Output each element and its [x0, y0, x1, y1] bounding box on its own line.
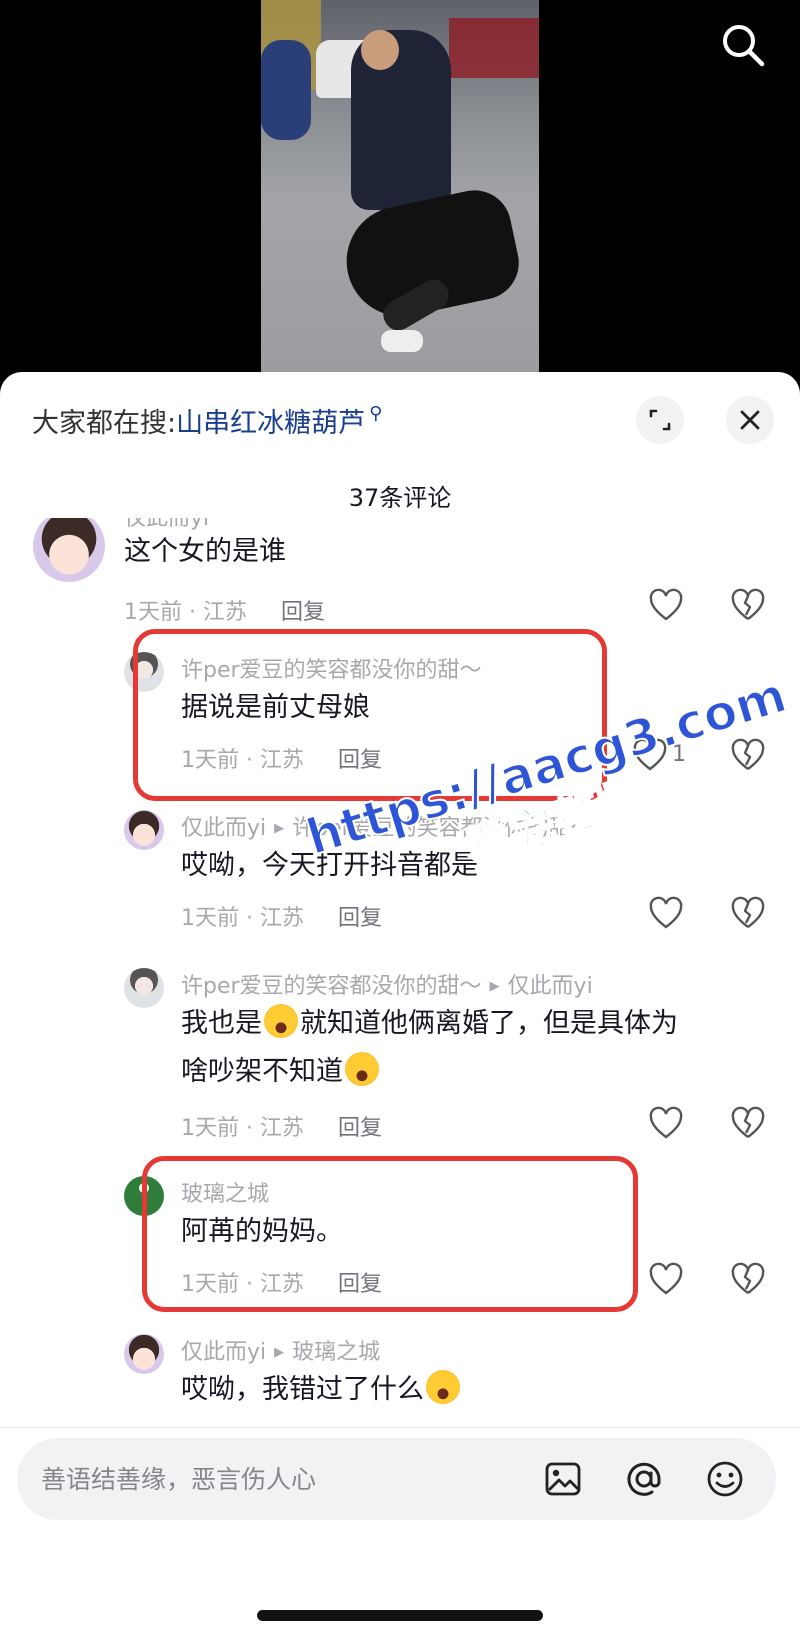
reply-arrow-icon: ▶: [274, 821, 285, 836]
reply-arrow-icon: ▶: [274, 1345, 285, 1360]
comment-time: 1天前 · 江苏: [181, 748, 304, 773]
comment-text-line-1: 哎呦，我错过了什么: [181, 1366, 462, 1414]
avatar[interactable]: [124, 1334, 164, 1374]
comment-username[interactable]: 玻璃之城: [181, 1176, 269, 1208]
comment-meta: 1天前 · 江苏 回复: [124, 594, 325, 626]
comment-text-line-1: 我也是 就知道他俩离婚了，但是具体为: [181, 1000, 678, 1048]
rofl-emoji-icon: [426, 1370, 460, 1404]
video-person-head: [361, 30, 399, 70]
expand-icon: [649, 409, 671, 431]
comment-text: 阿苒的妈妈。: [181, 1216, 343, 1247]
broken-heart-icon[interactable]: [730, 896, 766, 932]
comment-text-part: 啥吵架不知道: [181, 1056, 343, 1087]
comment-username-line: 仅此而yi ▶ 玻璃之城: [181, 1334, 380, 1366]
comment-username[interactable]: 许per爱豆的笑容都没你的甜～: [181, 652, 482, 684]
comment-time: 1天前 · 江苏: [181, 906, 304, 931]
heart-icon[interactable]: [632, 738, 668, 774]
comment-text-part: 就知道他俩离婚了，但是具体为: [300, 1008, 678, 1039]
comment-text: 哎呦，今天打开抖音都是: [181, 850, 478, 881]
comment-text: 据说是前丈母娘: [181, 692, 370, 723]
comment-meta: 1天前 · 江苏 回复: [181, 742, 382, 774]
reply-button[interactable]: 回复: [281, 600, 325, 625]
expand-button[interactable]: [636, 396, 684, 444]
comment-username-line: 许per爱豆的笑容都没你的甜～ ▶ 仅此而yi: [181, 968, 593, 1000]
search-icon[interactable]: [720, 22, 766, 68]
comment-text: 这个女的是谁: [124, 536, 286, 567]
heart-icon[interactable]: [648, 1106, 684, 1142]
image-icon[interactable]: [543, 1459, 583, 1499]
comment-username[interactable]: 仅此而yi: [181, 816, 266, 841]
reply-item: 仅此而yi ▶ 许per爱豆的笑容都没你的甜～ 哎呦，今天打开抖音都是 1天前 · …: [0, 804, 800, 954]
comment-input[interactable]: [41, 1438, 481, 1520]
video-frame[interactable]: [261, 0, 539, 372]
comment-input-bar: [17, 1438, 776, 1520]
close-icon: [740, 410, 760, 430]
avatar[interactable]: [124, 968, 164, 1008]
trending-search-term[interactable]: 山串红冰糖葫芦: [176, 401, 365, 440]
reply-item: 许per爱豆的笑容都没你的甜～ 据说是前丈母娘 1天前 · 江苏 回复 1: [0, 646, 800, 796]
comment-time: 1天前 · 江苏: [124, 600, 247, 625]
trending-search[interactable]: 大家都在搜: 山串红冰糖葫芦 ⚲: [32, 400, 382, 440]
comment-meta: 1天前 · 江苏 回复: [181, 900, 382, 932]
broken-heart-icon[interactable]: [730, 588, 766, 624]
reply-to-username[interactable]: 玻璃之城: [292, 1340, 380, 1365]
reply-button[interactable]: 回复: [338, 748, 382, 773]
comment-sheet: 大家都在搜: 山串红冰糖葫芦 ⚲ 37条评论 仅此而yi 这个女的是谁 1天前 …: [0, 372, 800, 1636]
reply-item: 许per爱豆的笑容都没你的甜～ ▶ 仅此而yi 我也是 就知道他俩离婚了，但是具体为 …: [0, 962, 800, 1162]
comment-meta: 1天前 · 江苏 回复: [181, 1110, 382, 1142]
comment-list[interactable]: 仅此而yi 这个女的是谁 1天前 · 江苏 回复 许per爱豆的笑容都没你的甜～ …: [0, 518, 800, 1426]
comment-text-part: 我也是: [181, 1008, 262, 1039]
comment-meta: 1天前 · 江苏 回复: [181, 1266, 382, 1298]
comment-username[interactable]: 仅此而yi: [181, 1340, 266, 1365]
heart-icon[interactable]: [648, 1262, 684, 1298]
comment-count: 37条评论: [348, 484, 452, 512]
comment-username[interactable]: 许per爱豆的笑容都没你的甜～: [181, 974, 482, 999]
video-background-sign: [449, 18, 539, 78]
close-button[interactable]: [726, 396, 774, 444]
reply-to-username[interactable]: 仅此而yi: [508, 974, 593, 999]
reply-arrow-icon: ▶: [489, 979, 500, 994]
trending-search-prefix: 大家都在搜:: [32, 407, 177, 439]
trending-search-icon: ⚲: [369, 402, 383, 424]
comment-text-part: 哎呦，我错过了什么: [181, 1374, 424, 1405]
comment-username-line: 仅此而yi ▶ 许per爱豆的笑容都没你的甜～: [181, 810, 593, 842]
reply-button[interactable]: 回复: [338, 1272, 382, 1297]
video-player[interactable]: [0, 0, 800, 372]
reply-button[interactable]: 回复: [338, 906, 382, 931]
avatar[interactable]: [33, 518, 105, 582]
broken-heart-icon[interactable]: [730, 1262, 766, 1298]
reply-button[interactable]: 回复: [338, 1116, 382, 1141]
rofl-emoji-icon: [345, 1052, 379, 1086]
at-mention-icon[interactable]: [624, 1459, 664, 1499]
emoji-icon[interactable]: [705, 1459, 745, 1499]
heart-icon[interactable]: [648, 896, 684, 932]
home-indicator[interactable]: [257, 1610, 543, 1621]
reply-to-username[interactable]: 许per爱豆的笑容都没你的甜～: [292, 816, 593, 841]
avatar[interactable]: [124, 1176, 164, 1216]
comment-item: 仅此而yi 这个女的是谁 1天前 · 江苏 回复: [0, 518, 800, 640]
broken-heart-icon[interactable]: [730, 1106, 766, 1142]
video-bystander: [261, 40, 311, 140]
divider: [0, 1427, 800, 1428]
video-person-shoe: [381, 330, 423, 352]
like-count: 1: [672, 742, 686, 767]
heart-icon[interactable]: [648, 588, 684, 624]
reply-item: 玻璃之城 阿苒的妈妈。 1天前 · 江苏 回复: [0, 1170, 800, 1320]
reply-item: 仅此而yi ▶ 玻璃之城 哎呦，我错过了什么: [0, 1328, 800, 1426]
comment-time: 1天前 · 江苏: [181, 1272, 304, 1297]
comment-text-line-2: 啥吵架不知道: [181, 1048, 381, 1096]
broken-heart-icon[interactable]: [730, 738, 766, 774]
rofl-emoji-icon: [264, 1004, 298, 1038]
comment-time: 1天前 · 江苏: [181, 1116, 304, 1141]
avatar[interactable]: [124, 810, 164, 850]
avatar[interactable]: [124, 652, 164, 692]
